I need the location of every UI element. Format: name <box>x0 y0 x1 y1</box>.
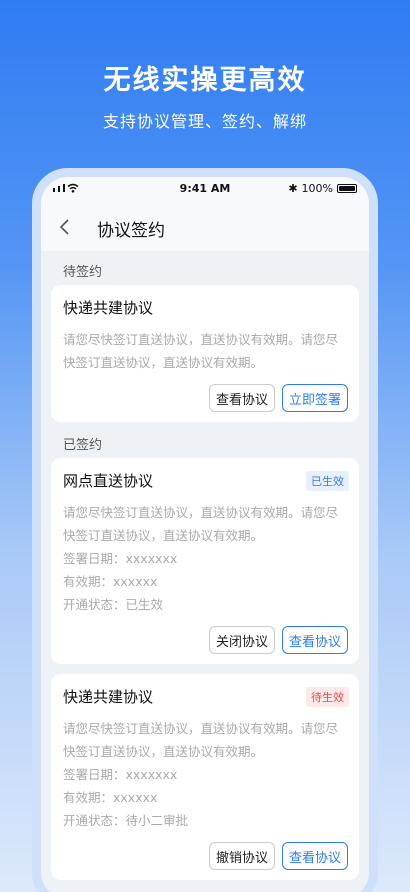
sign-date: 签署日期：xxxxxxx <box>63 551 178 566</box>
view-agreement-button[interactable]: 查看协议 <box>208 384 275 412</box>
close-agreement-button[interactable]: 关闭协议 <box>208 626 275 654</box>
card-desc-line: 请您尽快签订直送协议，直送协议有效期。请您尽 <box>63 332 339 347</box>
battery-percent: 100% <box>301 182 333 195</box>
nav-bar: 协议签约 <box>41 203 369 251</box>
card-desc-line: 请您尽快签订直送协议，直送协议有效期。请您尽 <box>63 505 339 520</box>
card-title: 快递共建协议 <box>63 299 154 317</box>
signed-agreement-card: 快递共建协议 待生效 请您尽快签订直送协议，直送协议有效期。请您尽 快签订直送协… <box>51 674 359 880</box>
back-icon[interactable] <box>55 217 75 237</box>
promo-subtitle: 支持协议管理、签约、解绑 <box>102 112 307 131</box>
card-actions: 关闭协议 查看协议 <box>63 626 348 654</box>
view-agreement-button[interactable]: 查看协议 <box>281 842 348 870</box>
validity-period: 有效期：xxxxxx <box>63 574 158 589</box>
card-description: 请您尽快签订直送协议，直送协议有效期。请您尽 快签订直送协议，直送协议有效期。 <box>63 501 348 547</box>
activation-status: 开通状态：已生效 <box>63 597 164 612</box>
status-badge: 待生效 <box>306 687 349 707</box>
card-actions: 查看协议 立即签署 <box>63 384 348 412</box>
status-bar: 9:41 AM ✱ 100% <box>41 177 369 203</box>
sign-date: 签署日期：xxxxxxx <box>63 767 178 782</box>
activation-status: 开通状态：待小二审批 <box>63 813 189 828</box>
phone-frame: 9:41 AM ✱ 100% 协议签约 待签约 快递共建协议 请您尽快签订直送协… <box>32 168 378 892</box>
sign-now-button[interactable]: 立即签署 <box>281 384 348 412</box>
card-description: 请您尽快签订直送协议，直送协议有效期。请您尽 快签订直送协议，直送协议有效期。 <box>63 717 348 763</box>
card-actions: 撤销协议 查看协议 <box>63 842 348 870</box>
battery-icon <box>337 184 357 193</box>
card-desc-line: 快签订直送协议，直送协议有效期。 <box>63 744 264 759</box>
section-signed-label: 已签约 <box>63 438 103 453</box>
status-badge: 已生效 <box>306 471 349 491</box>
page-title: 协议签约 <box>97 221 165 241</box>
card-desc-line: 快签订直送协议，直送协议有效期。 <box>63 528 264 543</box>
section-pending-label: 待签约 <box>63 265 103 280</box>
view-agreement-button[interactable]: 查看协议 <box>281 626 348 654</box>
validity-period: 有效期：xxxxxx <box>63 790 158 805</box>
pending-agreement-card: 快递共建协议 请您尽快签订直送协议，直送协议有效期。请您尽 快签订直送协议，直送… <box>51 285 359 422</box>
revoke-agreement-button[interactable]: 撤销协议 <box>208 842 275 870</box>
bluetooth-icon: ✱ <box>288 182 298 195</box>
status-right: ✱ 100% <box>288 182 357 195</box>
card-desc-line: 快签订直送协议，直送协议有效期。 <box>63 355 264 370</box>
card-meta: 签署日期：xxxxxxx 有效期：xxxxxx 开通状态：待小二审批 <box>63 763 348 832</box>
card-meta: 签署日期：xxxxxxx 有效期：xxxxxx 开通状态：已生效 <box>63 547 348 616</box>
card-description: 请您尽快签订直送协议，直送协议有效期。请您尽 快签订直送协议，直送协议有效期。 <box>63 328 348 374</box>
promo-title: 无线实操更高效 <box>103 65 307 96</box>
card-desc-line: 请您尽快签订直送协议，直送协议有效期。请您尽 <box>63 721 339 736</box>
signed-agreement-card: 网点直送协议 已生效 请您尽快签订直送协议，直送协议有效期。请您尽 快签订直送协… <box>51 458 359 664</box>
